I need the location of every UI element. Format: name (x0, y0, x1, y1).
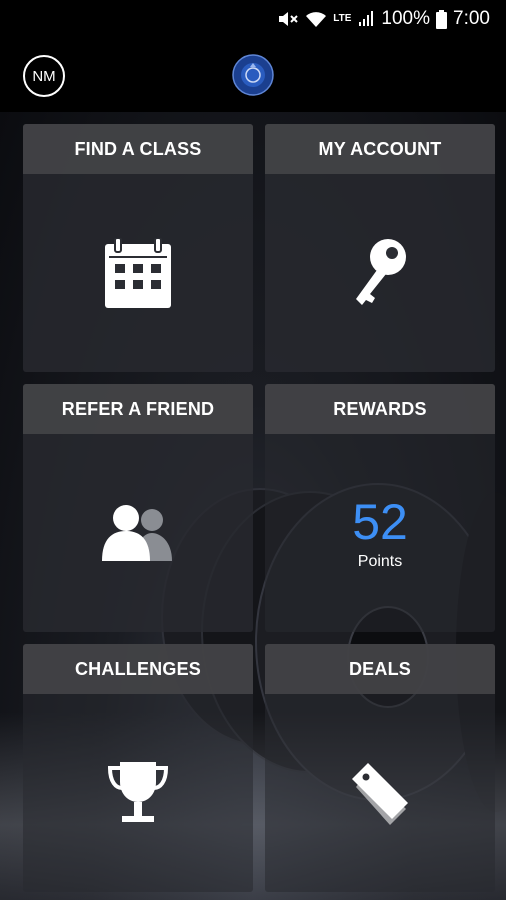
app-header: NM (0, 38, 506, 112)
mute-icon (277, 10, 299, 28)
campus-fitness-logo (232, 54, 274, 96)
tile-rewards[interactable]: REWARDS 52 Points (265, 384, 495, 632)
key-icon (356, 239, 406, 305)
battery-icon (436, 9, 448, 29)
tile-refer-a-friend[interactable]: REFER A FRIEND (23, 384, 253, 632)
tile-my-account[interactable]: MY ACCOUNT (265, 124, 495, 372)
users-icon (102, 505, 172, 561)
tile-challenges[interactable]: CHALLENGES (23, 644, 253, 892)
avatar[interactable]: NM (23, 55, 65, 97)
tile-deals[interactable]: DEALS (265, 644, 495, 892)
tile-title: CHALLENGES (23, 644, 253, 694)
lte-icon: LTE (333, 13, 352, 24)
wifi-icon (305, 10, 327, 28)
tile-title: MY ACCOUNT (265, 124, 495, 174)
tile-title: DEALS (265, 644, 495, 694)
tile-title: REWARDS (265, 384, 495, 434)
tag-icon (352, 763, 408, 825)
calendar-icon (105, 238, 171, 308)
battery-percent: 100% (381, 8, 431, 29)
clock: 7:00 (453, 8, 490, 29)
status-bar: LTE 100% 7:00 (0, 0, 506, 38)
trophy-icon (107, 762, 169, 822)
tile-find-a-class[interactable]: FIND A CLASS (23, 124, 253, 372)
tile-title: REFER A FRIEND (23, 384, 253, 434)
tile-title: FIND A CLASS (23, 124, 253, 174)
rewards-points-value: 52 (352, 494, 408, 550)
rewards-points-label: Points (357, 553, 403, 570)
signal-icon (357, 10, 375, 28)
